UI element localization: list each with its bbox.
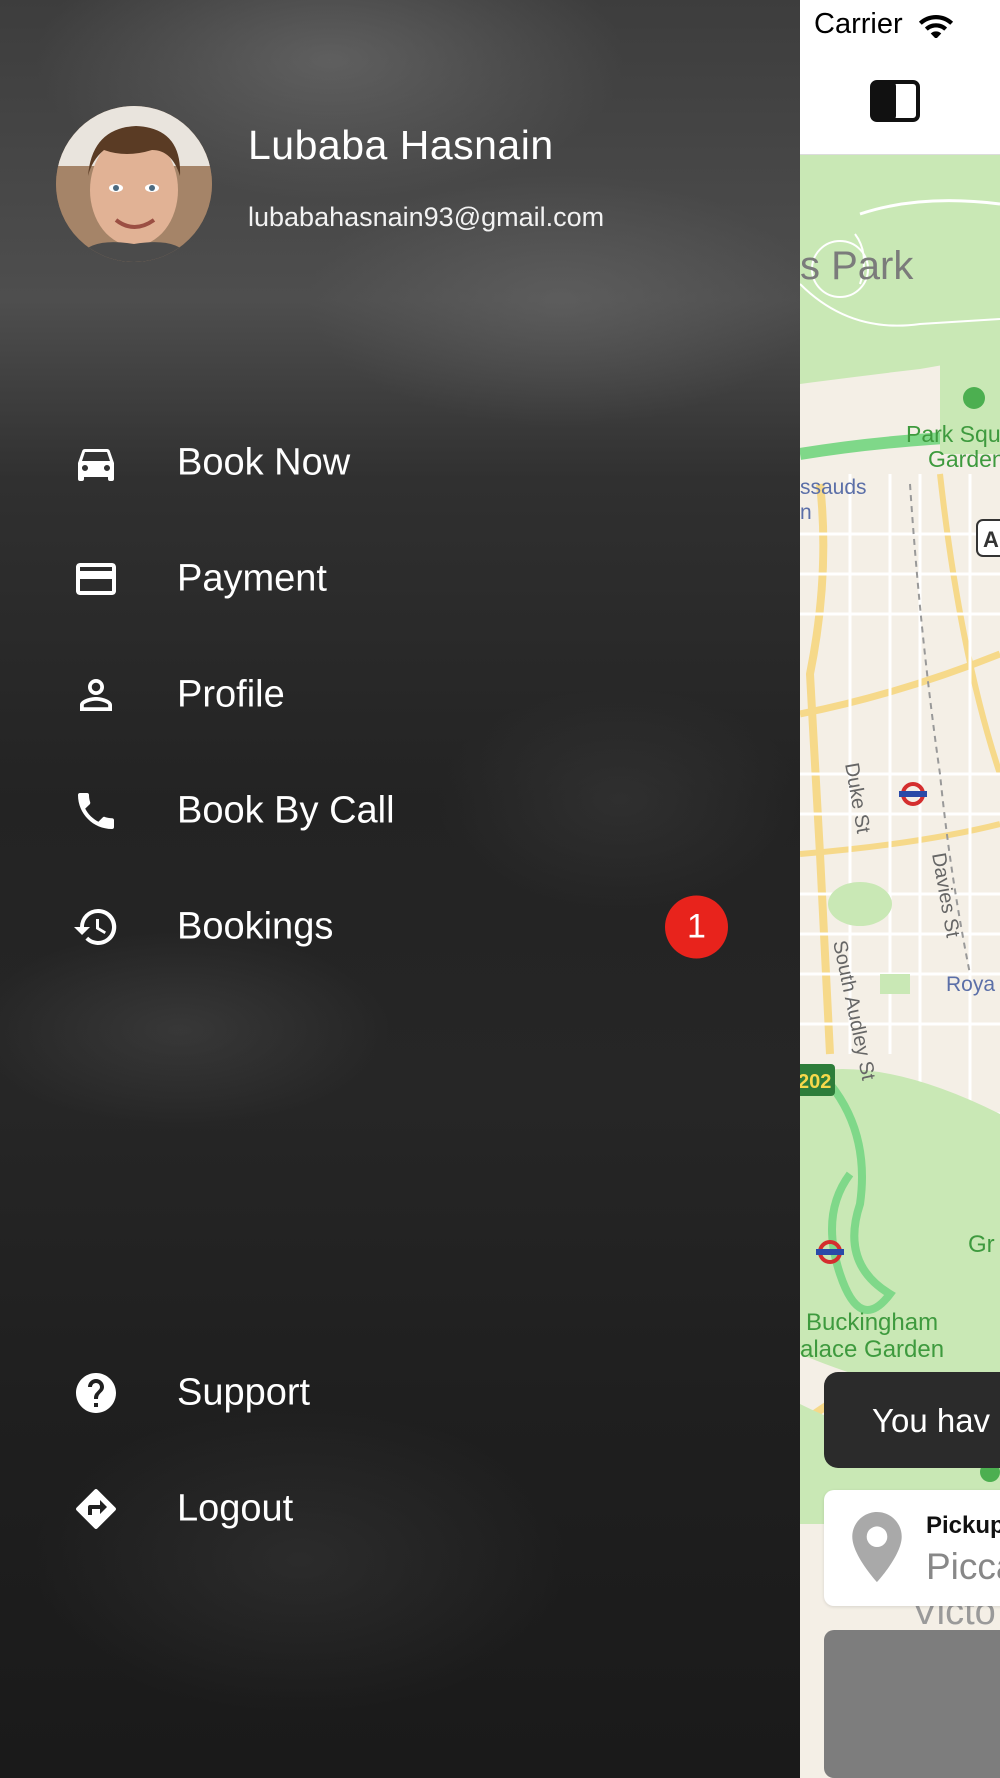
car-icon xyxy=(78,449,114,481)
carrier-label: Carrier xyxy=(814,8,903,40)
map-label-tussauds-1: ssauds xyxy=(800,476,867,499)
location-pin-icon xyxy=(852,1512,902,1582)
notification-banner[interactable]: You hav xyxy=(824,1372,1000,1468)
map-label-park: s Park xyxy=(800,244,914,288)
menu-item-logout[interactable]: Logout xyxy=(0,1459,800,1559)
avatar[interactable] xyxy=(56,106,212,262)
menu-label-logout: Logout xyxy=(177,1487,294,1530)
main-app-panel: s Park Park Squ Garden ssauds n A Duke S… xyxy=(800,0,1000,1778)
menu-label-profile: Profile xyxy=(177,673,285,716)
user-email: lubabahasnain93@gmail.com xyxy=(248,202,605,232)
map-label-a202: 202 xyxy=(800,1071,831,1093)
menu-label-payment: Payment xyxy=(177,557,327,600)
menu-item-bookings[interactable]: Bookings 1 xyxy=(0,877,800,977)
primary-action-button[interactable] xyxy=(824,1630,1000,1778)
user-name: Lubaba Hasnain xyxy=(248,122,554,168)
menu-label-bookings: Bookings xyxy=(177,905,334,948)
menu-item-support[interactable]: Support xyxy=(0,1343,800,1443)
pickup-value: Picca xyxy=(926,1546,1000,1587)
menu-item-profile[interactable]: Profile xyxy=(0,645,800,745)
drawer-toggle-icon[interactable] xyxy=(870,80,920,122)
menu-label-book-now: Book Now xyxy=(177,441,351,484)
map-label-tussauds-2: n xyxy=(800,501,812,524)
person-icon xyxy=(80,679,112,711)
wifi-icon xyxy=(918,15,954,38)
map-label-park-square-2: Garden xyxy=(928,446,1000,472)
avatar-image xyxy=(56,106,212,262)
map-label-green: Gr xyxy=(968,1231,995,1258)
menu-item-book-by-call[interactable]: Book By Call xyxy=(0,761,800,861)
map-label-park-square-1: Park Squ xyxy=(906,421,1000,447)
pickup-label: Pickup xyxy=(926,1512,1000,1539)
help-circle-icon xyxy=(76,1373,116,1413)
navigation-drawer: Lubaba Hasnain lubabahasnain93@gmail.com… xyxy=(0,0,800,1778)
map-label-buckingham-2: alace Garden xyxy=(800,1336,944,1363)
menu-item-book-now[interactable]: Book Now xyxy=(0,413,800,513)
map-label-royal: Roya xyxy=(946,973,995,996)
history-icon xyxy=(74,908,117,945)
credit-card-icon xyxy=(76,563,116,595)
directions-icon xyxy=(76,1489,116,1529)
menu-label-book-by-call: Book By Call xyxy=(177,789,395,832)
phone-icon xyxy=(78,793,114,829)
map-label-road-a: A xyxy=(983,527,999,552)
menu-label-support: Support xyxy=(177,1371,311,1414)
top-bar: Carrier xyxy=(800,0,1000,155)
menu-item-payment[interactable]: Payment xyxy=(0,529,800,629)
pickup-location-field[interactable]: Pickup Picca xyxy=(824,1490,1000,1606)
bookings-count-badge: 1 xyxy=(665,895,728,959)
notification-text: You hav xyxy=(872,1402,991,1439)
map-label-buckingham-1: Buckingham xyxy=(806,1309,938,1336)
